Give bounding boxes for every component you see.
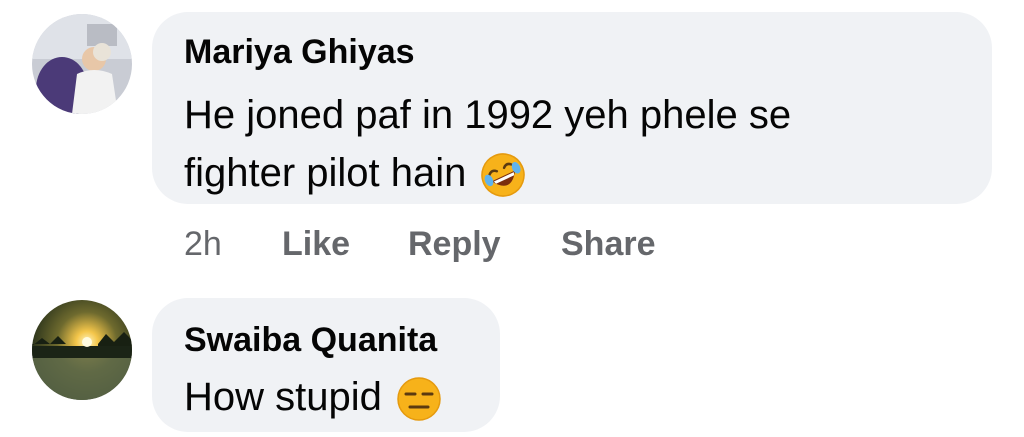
avatar-photo bbox=[32, 300, 132, 400]
comment-author[interactable]: Mariya Ghiyas bbox=[184, 32, 415, 72]
comment-text: fighter pilot hain bbox=[184, 151, 467, 195]
comment-actions: 2h Like Reply Share bbox=[184, 224, 704, 264]
comment-text: How stupid bbox=[184, 375, 382, 419]
comment-text-line-1: He joned paf in 1992 yeh phele se bbox=[184, 93, 792, 137]
expressionless-face-emoji-icon bbox=[396, 376, 442, 422]
comment-text-line-1: How stupid bbox=[184, 368, 442, 426]
rolling-on-floor-laughing-emoji-icon bbox=[480, 152, 526, 198]
avatar-photo bbox=[32, 14, 132, 114]
comment-timestamp[interactable]: 2h bbox=[184, 224, 222, 264]
comment-bubble: Mariya Ghiyas He joned paf in 1992 yeh p… bbox=[152, 12, 992, 204]
share-button[interactable]: Share bbox=[561, 224, 656, 264]
comment-bubble: Swaiba Quanita How stupid bbox=[152, 298, 500, 432]
comment-text-line-2: fighter pilot hain bbox=[184, 144, 526, 202]
avatar-swaiba-quanita[interactable] bbox=[32, 300, 132, 400]
avatar-mariya-ghiyas[interactable] bbox=[32, 14, 132, 114]
reply-button[interactable]: Reply bbox=[408, 224, 501, 264]
like-button[interactable]: Like bbox=[282, 224, 350, 264]
comment-author[interactable]: Swaiba Quanita bbox=[184, 320, 437, 360]
